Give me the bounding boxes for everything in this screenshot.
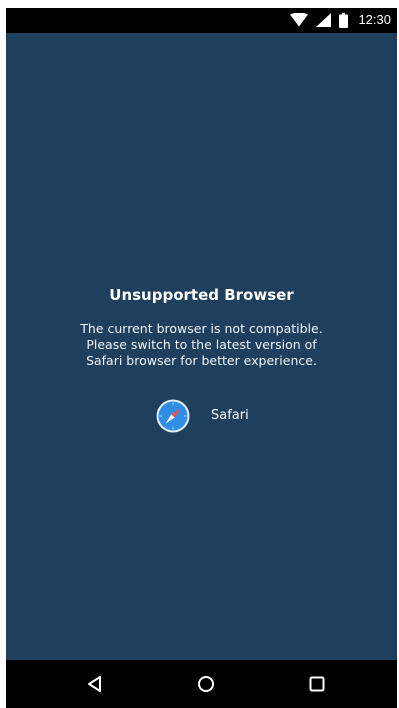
message-line-2: Please switch to the latest version of xyxy=(86,337,317,352)
message-line-1: The current browser is not compatible. xyxy=(80,321,323,336)
home-icon xyxy=(197,675,215,693)
back-button[interactable] xyxy=(83,672,107,696)
safari-browser-option[interactable]: Safari xyxy=(156,398,249,434)
recents-button[interactable] xyxy=(305,672,329,696)
status-bar: 12:30 xyxy=(6,8,397,33)
home-button[interactable] xyxy=(194,672,218,696)
message-line-3: Safari browser for better experience. xyxy=(86,353,317,368)
battery-icon xyxy=(339,12,349,28)
safari-compass-icon xyxy=(156,399,190,433)
navigation-bar xyxy=(6,660,397,708)
phone-screen: 12:30 Unsupported Browser The current br… xyxy=(6,8,397,708)
unsupported-browser-screen: Unsupported Browser The current browser … xyxy=(6,33,397,660)
back-icon xyxy=(86,675,104,693)
safari-label: Safari xyxy=(211,408,249,423)
recents-icon xyxy=(308,675,326,693)
signal-icon xyxy=(316,13,332,27)
page-title: Unsupported Browser xyxy=(109,286,294,304)
status-time: 12:30 xyxy=(358,12,391,27)
status-icons: 12:30 xyxy=(290,12,391,28)
compatibility-message: The current browser is not compatible. P… xyxy=(51,321,352,369)
wifi-icon xyxy=(290,13,309,27)
